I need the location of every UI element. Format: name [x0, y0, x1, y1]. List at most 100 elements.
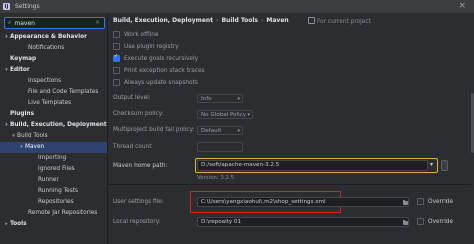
- window-title: Settings: [15, 3, 40, 10]
- settings-sidebar: ⌕ × ▾Appearance & Behavior Notifications…: [0, 13, 108, 244]
- tree-item-remote-jar[interactable]: Remote Jar Repositories: [0, 208, 107, 219]
- tree-label: Notifications: [28, 45, 65, 51]
- app-icon-letter: IJ: [4, 3, 9, 10]
- tree-item-repositories[interactable]: Repositories: [0, 197, 107, 208]
- tree-label: Plugins: [10, 111, 35, 117]
- tree-item-runner[interactable]: Runner: [0, 175, 107, 186]
- tree-label: Build Tools: [17, 133, 48, 139]
- tree-item-build-tools[interactable]: ▾ Build Tools: [0, 131, 107, 142]
- settings-search-box[interactable]: ⌕ ×: [4, 17, 105, 29]
- breadcrumb-part: Build Tools: [221, 17, 258, 24]
- folder-icon[interactable]: [403, 220, 408, 225]
- option-print-stack[interactable]: Print exception stack traces: [113, 66, 205, 75]
- tree-label: Repositories: [38, 199, 74, 205]
- option-work-offline[interactable]: Work offline: [113, 30, 159, 39]
- project-scope-icon: [308, 17, 315, 24]
- multiproject-label: Multiproject build fail policy:: [113, 127, 195, 133]
- output-level-select[interactable]: Info ▾: [197, 94, 243, 103]
- chevron-down-icon[interactable]: ▾: [3, 32, 10, 43]
- execute-goals-checkbox[interactable]: [113, 53, 120, 62]
- tree-item-notifications[interactable]: Notifications: [0, 43, 107, 54]
- tree-item-keymap[interactable]: Keymap: [0, 54, 107, 65]
- chevron-down-icon[interactable]: ▾: [18, 142, 25, 153]
- user-settings-label: User settings file:: [113, 199, 164, 205]
- tree-item-file-code-templates[interactable]: File and Code Templates: [0, 87, 107, 98]
- local-repo-label: Local repository:: [113, 219, 161, 225]
- checkbox-label: Execute goals recursively: [124, 55, 199, 62]
- tree-label: File and Code Templates: [28, 89, 99, 95]
- close-icon[interactable]: ×: [458, 1, 466, 11]
- search-input[interactable]: [11, 19, 95, 27]
- work-offline-checkbox[interactable]: [113, 31, 120, 38]
- checksum-policy-select[interactable]: No Global Policy ▾: [197, 110, 253, 119]
- tree-item-running-tests[interactable]: Running Tests: [0, 186, 107, 197]
- user-settings-input[interactable]: C:\Users\yangxiaohui\.m2\shop_settings.x…: [197, 197, 409, 207]
- tree-label: Keymap: [10, 56, 37, 62]
- tree-label: Maven: [25, 144, 45, 150]
- breadcrumb: Build, Execution, Deployment › Build Tools…: [113, 17, 289, 24]
- intellij-app-icon: IJ: [3, 3, 10, 10]
- tree-label: Ignored Files: [38, 166, 75, 172]
- select-value: Default: [201, 128, 222, 134]
- checksum-policy-label: Checksum policy:: [113, 111, 164, 117]
- local-repo-override[interactable]: Override: [417, 218, 453, 225]
- tree-label: Runner: [38, 177, 59, 183]
- title-bar: IJ Settings ×: [0, 0, 474, 13]
- settings-tree: ▾ Appearance & Behavior Notifications Key…: [0, 32, 107, 230]
- chevron-down-icon[interactable]: ▾: [430, 161, 433, 168]
- chevron-right-icon[interactable]: ▸: [3, 219, 10, 230]
- option-execute-goals[interactable]: Execute goals recursively: [113, 53, 199, 63]
- tree-label: Tools: [10, 221, 27, 227]
- use-plugin-registry-checkbox[interactable]: [113, 43, 120, 50]
- override-label: Override: [428, 218, 454, 225]
- option-always-update[interactable]: Always update snapshots: [113, 78, 198, 87]
- tree-item-live-templates[interactable]: Live Templates: [0, 98, 107, 109]
- breadcrumb-part: Build, Execution, Deployment: [113, 17, 214, 24]
- user-settings-override-checkbox[interactable]: [417, 198, 424, 205]
- for-current-project: For current project: [308, 17, 371, 25]
- chevron-down-icon: ▾: [237, 128, 240, 134]
- chevron-down-icon[interactable]: ▾: [10, 131, 17, 142]
- section-divider: [108, 184, 474, 185]
- browse-maven-home-button[interactable]: [441, 160, 448, 171]
- user-settings-override[interactable]: Override: [417, 198, 453, 205]
- tree-label: Appearance & Behavior: [10, 34, 87, 40]
- maven-home-label: Maven home path:: [113, 163, 168, 169]
- tree-item-inspections[interactable]: Inspections: [0, 76, 107, 87]
- chevron-down-icon[interactable]: ▾: [3, 120, 10, 131]
- option-use-plugin-registry[interactable]: Use plugin registry: [113, 42, 179, 51]
- input-value: D:\repoaity 01: [201, 219, 242, 225]
- thread-count-input[interactable]: [197, 142, 243, 152]
- local-repo-input[interactable]: D:\repoaity 01: [197, 217, 409, 227]
- folder-icon[interactable]: [403, 200, 408, 205]
- tree-label: Remote Jar Repositories: [28, 210, 98, 216]
- print-stack-checkbox[interactable]: [113, 67, 120, 74]
- tree-item-maven[interactable]: ▾ Maven: [0, 142, 107, 153]
- tree-label: Inspections: [28, 78, 61, 84]
- for-current-label: For current project: [317, 19, 371, 25]
- checkbox-label: Print exception stack traces: [124, 67, 205, 74]
- tree-item-plugins[interactable]: Plugins: [0, 109, 107, 120]
- chevron-down-icon: ▾: [237, 96, 240, 102]
- settings-content: Build, Execution, Deployment › Build Tools…: [108, 13, 474, 244]
- chevron-down-icon: ▾: [247, 112, 250, 118]
- breadcrumb-part: Maven: [266, 17, 289, 24]
- maven-home-input[interactable]: D:/soft/apache-maven-3.2.5: [197, 160, 428, 171]
- local-repo-override-checkbox[interactable]: [417, 218, 424, 225]
- tree-item-ignored-files[interactable]: Ignored Files: [0, 164, 107, 175]
- checkbox-label: Always update snapshots: [124, 79, 198, 86]
- tree-label: Importing: [38, 155, 67, 161]
- tree-item-importing[interactable]: Importing: [0, 153, 107, 164]
- multiproject-select[interactable]: Default ▾: [197, 126, 243, 135]
- tree-item-build-exec[interactable]: ▾ Build, Execution, Deployment: [0, 120, 107, 131]
- tree-item-tools[interactable]: ▸ Tools: [0, 219, 107, 230]
- tree-item-editor[interactable]: ▾ Editor: [0, 65, 107, 76]
- tree-label: Editor: [10, 67, 30, 73]
- clear-search-icon[interactable]: ×: [95, 19, 100, 26]
- chevron-down-icon[interactable]: ▾: [3, 65, 10, 76]
- tree-item-appearance[interactable]: ▾ Appearance & Behavior: [0, 32, 107, 43]
- always-update-checkbox[interactable]: [113, 79, 120, 86]
- checkbox-label: Work offline: [124, 31, 159, 38]
- select-value: Info: [201, 96, 212, 102]
- maven-version-text: Version: 3.2.5: [197, 175, 235, 181]
